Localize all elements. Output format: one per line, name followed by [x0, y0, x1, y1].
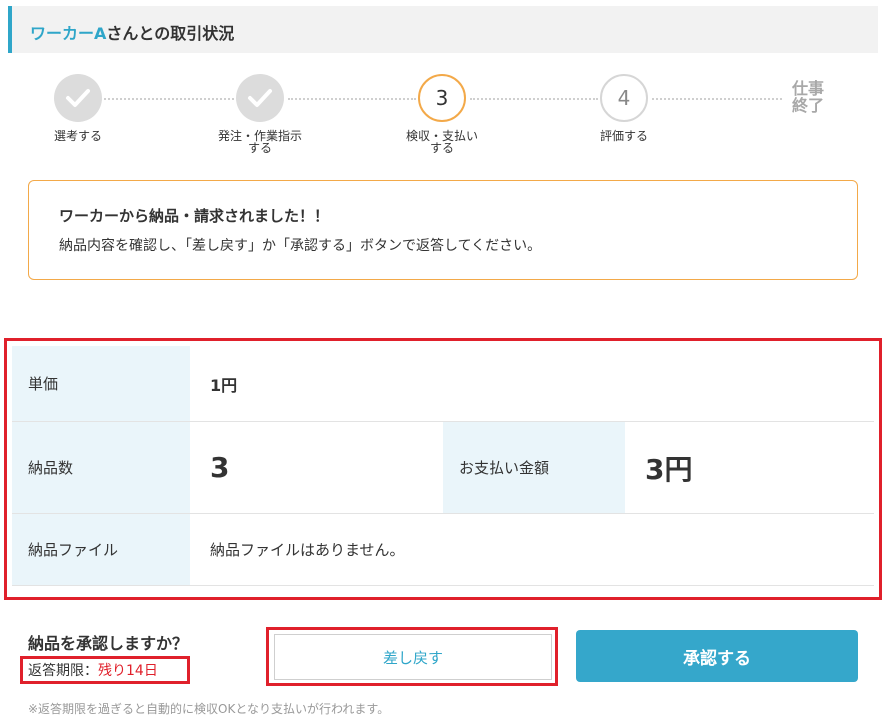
deadline-label: 返答期限：	[28, 663, 98, 679]
step-1-circle	[54, 74, 102, 122]
return-button[interactable]: 差し戻す	[274, 634, 552, 680]
step-connector	[652, 98, 782, 100]
notice-title: ワーカーから納品・請求されました！！	[59, 207, 330, 225]
table-row: 納品数 3 お支払い金額 3円	[12, 422, 874, 514]
quantity-label: 納品数	[12, 422, 190, 513]
unit-price-label: 単価	[12, 346, 190, 421]
delivery-details-table: 単価 1円 納品数 3 お支払い金額 3円 納品ファイル 納品ファイルはありませ…	[12, 346, 874, 586]
deadline-footnote: ※返答期限を過ぎると自動的に検収OKとなり支払いが行われます。	[28, 702, 390, 716]
approve-question: 納品を承認しますか？	[28, 634, 189, 653]
step-connector	[470, 98, 598, 100]
file-value: 納品ファイルはありません。	[210, 541, 405, 559]
step-connector	[104, 98, 234, 100]
step-3-label: 検収・支払い する	[405, 129, 478, 155]
page-title-suffix: さんとの取引状況	[106, 24, 235, 43]
step-4-circle: 4	[600, 74, 648, 122]
step-2-label: 発注・作業指示 する	[217, 129, 302, 155]
page-title: ワーカーAさんとの取引状況	[30, 20, 234, 44]
step-3-circle: 3	[418, 74, 466, 122]
step-connector	[288, 98, 416, 100]
approve-button[interactable]: 承認する	[576, 630, 858, 682]
worker-name: ワーカーA	[30, 24, 107, 43]
table-row: 納品ファイル 納品ファイルはありません。	[12, 514, 874, 586]
step-1-label: 選考する	[53, 129, 102, 143]
transaction-header: ワーカーAさんとの取引状況	[8, 6, 878, 53]
reply-deadline: 返答期限：残り14日	[28, 660, 158, 680]
table-row: 単価 1円	[12, 346, 874, 422]
notice-box: ワーカーから納品・請求されました！！ 納品内容を確認し、「差し戻す」か「承認する…	[28, 180, 858, 280]
file-label: 納品ファイル	[12, 514, 190, 585]
payment-value: 3円	[645, 452, 693, 486]
step-2-circle	[236, 74, 284, 122]
notice-text: 納品内容を確認し、「差し戻す」か「承認する」ボタンで返答してください。	[59, 238, 542, 254]
unit-price-value: 1円	[210, 375, 238, 395]
quantity-value: 3	[210, 451, 230, 484]
step-final-label: 仕事 終了	[791, 79, 824, 115]
check-icon	[66, 89, 90, 107]
deadline-remaining: 残り14日	[98, 663, 158, 679]
step-4-label: 評価する	[599, 129, 648, 143]
check-icon	[248, 89, 272, 107]
payment-label: お支払い金額	[443, 422, 625, 513]
progress-stepper: 3 4 選考する 発注・作業指示 する 検収・支払い する 評価する 仕事 終了	[0, 60, 882, 170]
